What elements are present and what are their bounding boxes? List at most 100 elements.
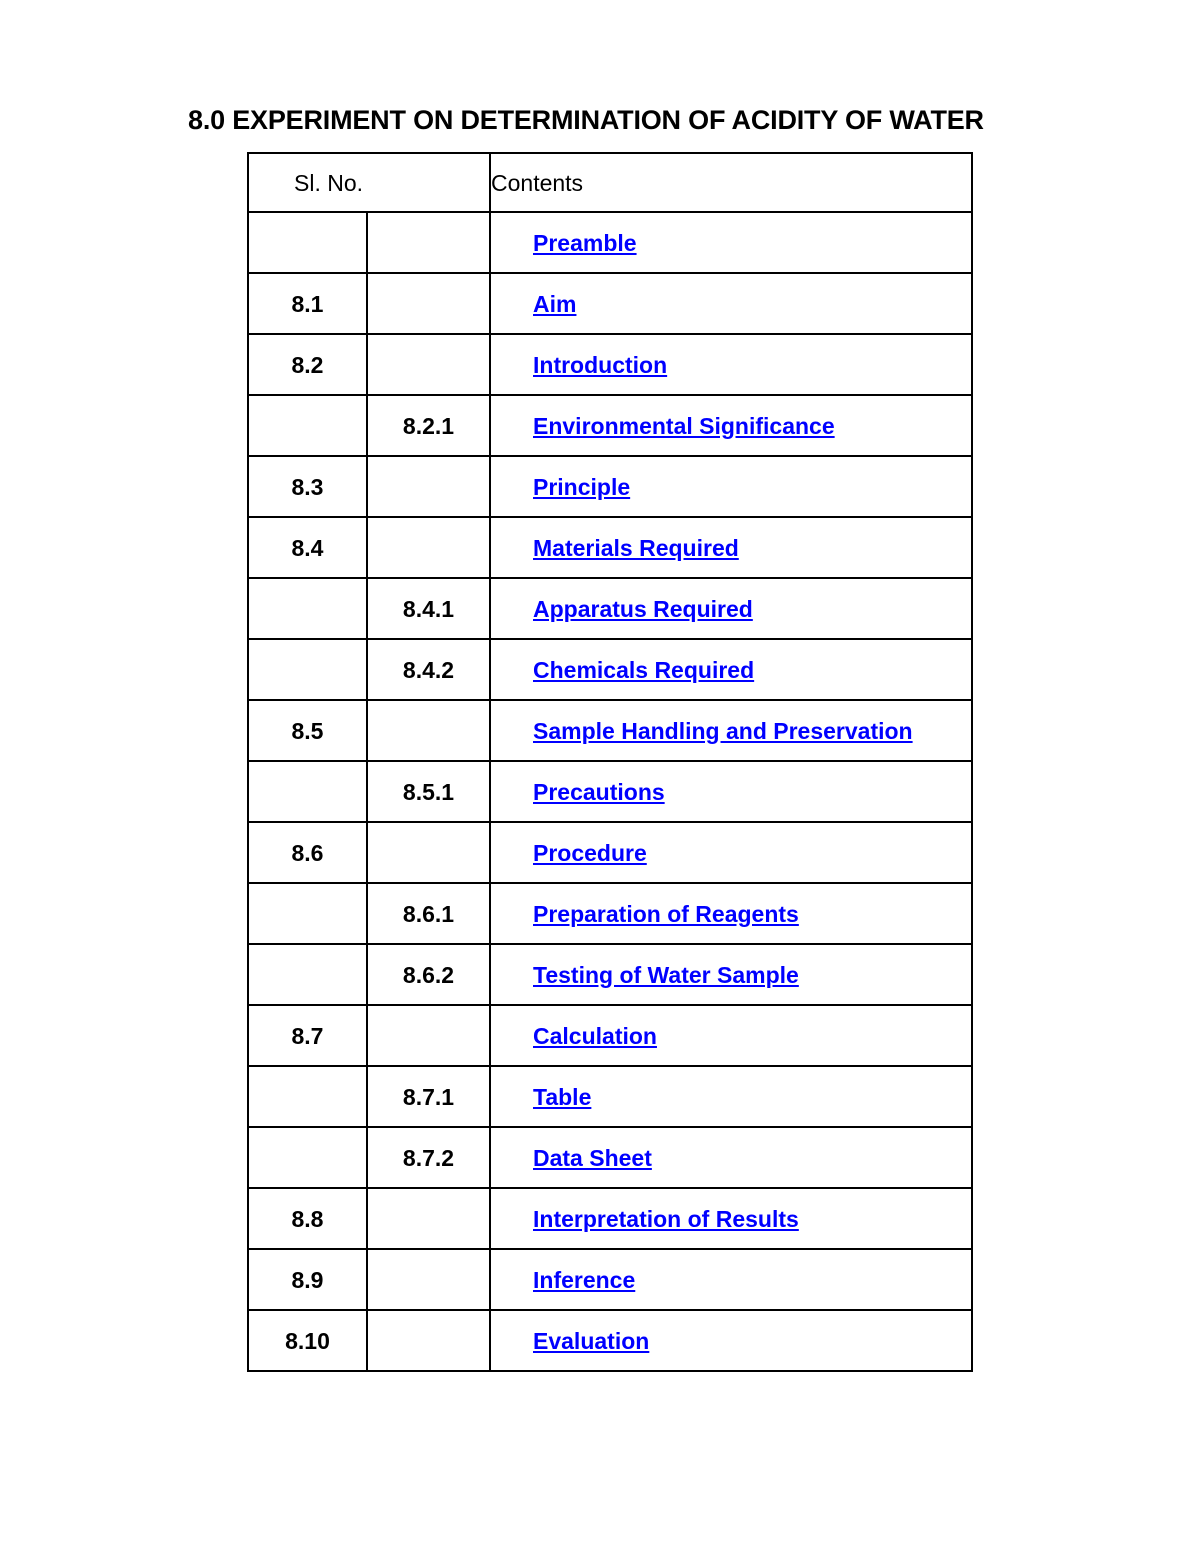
contents-cell: Precautions bbox=[489, 760, 973, 823]
toc-entry-link[interactable]: Aim bbox=[533, 290, 576, 318]
subsection-number-cell bbox=[366, 272, 491, 335]
contents-cell: Procedure bbox=[489, 821, 973, 884]
section-number-cell bbox=[247, 1065, 368, 1128]
toc-entry-link[interactable]: Inference bbox=[533, 1266, 635, 1294]
section-number-cell: 8.4 bbox=[247, 516, 368, 579]
subsection-number-cell bbox=[366, 516, 491, 579]
toc-entry-link[interactable]: Testing of Water Sample bbox=[533, 961, 799, 989]
page-title: 8.0 EXPERIMENT ON DETERMINATION OF ACIDI… bbox=[188, 105, 984, 135]
contents-cell: Calculation bbox=[489, 1004, 973, 1067]
contents-cell: Testing of Water Sample bbox=[489, 943, 973, 1006]
toc-entry-link[interactable]: Interpretation of Results bbox=[533, 1205, 799, 1233]
table-row: 8.5 Sample Handling and Preservation bbox=[247, 699, 973, 762]
contents-cell: Environmental Significance bbox=[489, 394, 973, 457]
subsection-number-cell: 8.4.2 bbox=[366, 638, 491, 701]
contents-cell: Principle bbox=[489, 455, 973, 518]
section-number: 8.5 bbox=[291, 717, 324, 744]
subsection-number-cell: 8.6.2 bbox=[366, 943, 491, 1006]
contents-cell: Chemicals Required bbox=[489, 638, 973, 701]
table-row: 8.7.2 Data Sheet bbox=[247, 1126, 973, 1189]
toc-entry-link[interactable]: Calculation bbox=[533, 1022, 657, 1050]
section-number: 8.2 bbox=[291, 351, 324, 378]
table-row: 8.4.2 Chemicals Required bbox=[247, 638, 973, 701]
toc-entry-link[interactable]: Chemicals Required bbox=[533, 656, 754, 684]
contents-cell: Inference bbox=[489, 1248, 973, 1311]
toc-entry-link[interactable]: Introduction bbox=[533, 351, 667, 379]
table-row: 8.6 Procedure bbox=[247, 821, 973, 884]
table-row: 8.6.2 Testing of Water Sample bbox=[247, 943, 973, 1006]
contents-cell: Interpretation of Results bbox=[489, 1187, 973, 1250]
table-row: 8.2 Introduction bbox=[247, 333, 973, 396]
column-header-contents: Contents bbox=[489, 152, 973, 213]
contents-cell: Preamble bbox=[489, 211, 973, 274]
section-number-cell: 8.7 bbox=[247, 1004, 368, 1067]
table-row: 8.4 Materials Required bbox=[247, 516, 973, 579]
section-number-cell bbox=[247, 638, 368, 701]
section-number-cell bbox=[247, 1126, 368, 1189]
toc-entry-link[interactable]: Evaluation bbox=[533, 1327, 649, 1355]
table-row: 8.10 Evaluation bbox=[247, 1309, 973, 1372]
toc-entry-link[interactable]: Data Sheet bbox=[533, 1144, 652, 1172]
section-number: 8.1 bbox=[291, 290, 324, 317]
subsection-number-cell bbox=[366, 333, 491, 396]
table-row: 8.5.1 Precautions bbox=[247, 760, 973, 823]
column-header-contents-label: Contents bbox=[491, 169, 584, 196]
subsection-number: 8.4.1 bbox=[402, 595, 455, 622]
section-number-cell bbox=[247, 882, 368, 945]
table-row: 8.7.1 Table bbox=[247, 1065, 973, 1128]
toc-entry-link[interactable]: Apparatus Required bbox=[533, 595, 753, 623]
subsection-number-cell: 8.5.1 bbox=[366, 760, 491, 823]
table-row: 8.6.1 Preparation of Reagents bbox=[247, 882, 973, 945]
column-header-sl-no: Sl. No. bbox=[247, 152, 491, 213]
section-number: 8.3 bbox=[291, 473, 324, 500]
section-number: 8.7 bbox=[291, 1022, 324, 1049]
section-number-cell bbox=[247, 760, 368, 823]
toc-entry-link[interactable]: Preamble bbox=[533, 229, 637, 257]
table-header-row: Sl. No. Contents bbox=[247, 152, 973, 213]
section-number-cell: 8.10 bbox=[247, 1309, 368, 1372]
section-number: 8.8 bbox=[291, 1205, 324, 1232]
section-number-cell bbox=[247, 211, 368, 274]
section-number-cell bbox=[247, 577, 368, 640]
contents-cell: Apparatus Required bbox=[489, 577, 973, 640]
contents-cell: Preparation of Reagents bbox=[489, 882, 973, 945]
toc-entry-link[interactable]: Materials Required bbox=[533, 534, 739, 562]
toc-entry-link[interactable]: Sample Handling and Preservation bbox=[533, 717, 913, 745]
table-row: Preamble bbox=[247, 211, 973, 274]
subsection-number-cell bbox=[366, 1309, 491, 1372]
section-number: 8.10 bbox=[285, 1327, 330, 1354]
subsection-number: 8.4.2 bbox=[402, 656, 455, 683]
toc-entry-link[interactable]: Precautions bbox=[533, 778, 665, 806]
subsection-number-cell bbox=[366, 211, 491, 274]
toc-entry-link[interactable]: Table bbox=[533, 1083, 591, 1111]
subsection-number-cell bbox=[366, 455, 491, 518]
table-row: 8.8 Interpretation of Results bbox=[247, 1187, 973, 1250]
toc-entry-link[interactable]: Environmental Significance bbox=[533, 412, 835, 440]
section-number-cell: 8.9 bbox=[247, 1248, 368, 1311]
subsection-number-cell: 8.6.1 bbox=[366, 882, 491, 945]
subsection-number: 8.6.1 bbox=[402, 900, 455, 927]
section-number-cell: 8.3 bbox=[247, 455, 368, 518]
toc-entry-link[interactable]: Preparation of Reagents bbox=[533, 900, 799, 928]
table-row: 8.7 Calculation bbox=[247, 1004, 973, 1067]
subsection-number-cell bbox=[366, 821, 491, 884]
document-page: 8.0 EXPERIMENT ON DETERMINATION OF ACIDI… bbox=[0, 0, 1200, 1553]
section-number: 8.6 bbox=[291, 839, 324, 866]
table-row: 8.3 Principle bbox=[247, 455, 973, 518]
section-number: 8.4 bbox=[291, 534, 324, 561]
table-row: 8.2.1 Environmental Significance bbox=[247, 394, 973, 457]
subsection-number: 8.7.2 bbox=[402, 1144, 455, 1171]
section-number-cell: 8.2 bbox=[247, 333, 368, 396]
subsection-number-cell bbox=[366, 699, 491, 762]
contents-cell: Data Sheet bbox=[489, 1126, 973, 1189]
contents-cell: Materials Required bbox=[489, 516, 973, 579]
toc-entry-link[interactable]: Procedure bbox=[533, 839, 647, 867]
contents-cell: Table bbox=[489, 1065, 973, 1128]
table-row: 8.1 Aim bbox=[247, 272, 973, 335]
table-body: Sl. No. Contents Preamble 8.1 Aim 8.2 Introd… bbox=[247, 152, 973, 1372]
subsection-number: 8.5.1 bbox=[402, 778, 455, 805]
section-number: 8.9 bbox=[291, 1266, 324, 1293]
column-header-sl-no-label: Sl. No. bbox=[294, 169, 364, 196]
toc-entry-link[interactable]: Principle bbox=[533, 473, 630, 501]
subsection-number: 8.2.1 bbox=[402, 412, 455, 439]
